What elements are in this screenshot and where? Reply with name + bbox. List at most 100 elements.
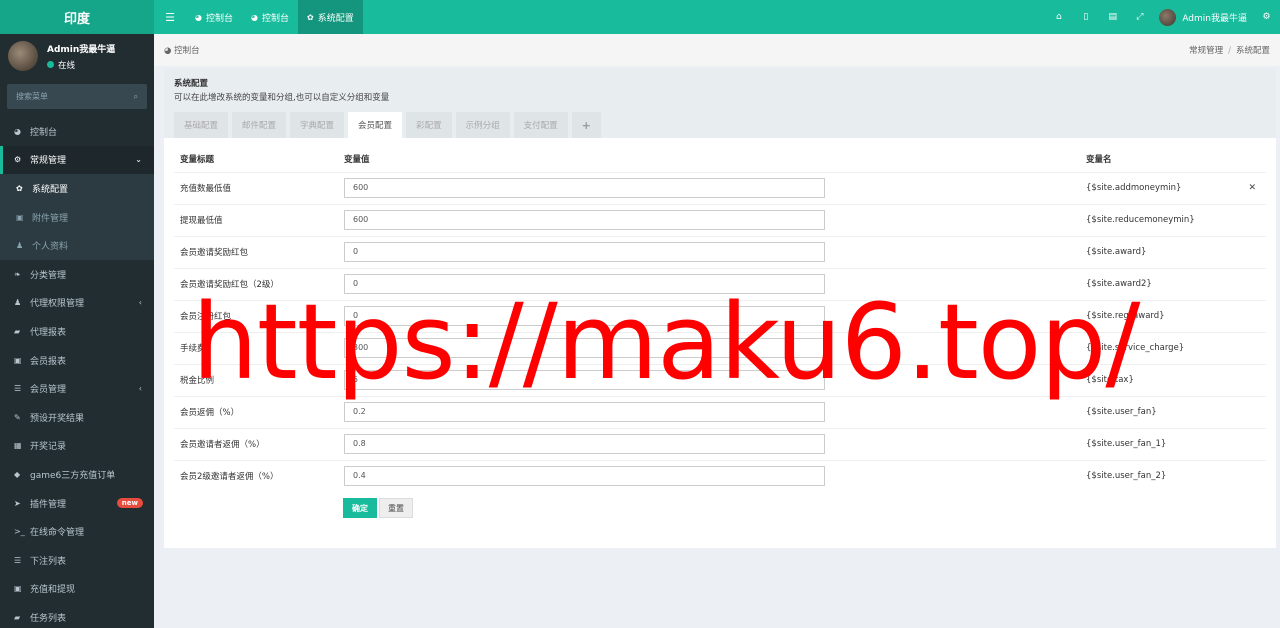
sidebar-item-label: 会员报表 [30, 356, 67, 367]
table-row: 充值数最低值 600 {$site.addmoneymin} ✕ [174, 171, 1266, 204]
delete-icon[interactable]: ✕ [1236, 171, 1266, 204]
tab-dictionary[interactable]: 字典配置 [290, 112, 345, 138]
sidebar-item-agent-report[interactable]: ▰ 代理报表 [0, 317, 154, 346]
file-image-icon: ▣ [16, 212, 24, 222]
nav-tab-dashboard-2[interactable]: ◕ 控制台 [242, 0, 298, 34]
sidebar-search[interactable]: 搜索菜单 ⌕ [7, 84, 147, 109]
row-value-cell: 600 [338, 171, 1080, 204]
column-header-value: 变量值 [344, 154, 370, 165]
sidebar-item-draw-records[interactable]: ▦ 开奖记录 [0, 432, 154, 461]
tab-member[interactable]: 会员配置 [348, 112, 403, 138]
value-input[interactable]: 0.2 [344, 402, 825, 422]
sidebar: Admin我最牛逼 在线 搜索菜单 ⌕ ◕ 控制台 ⚙ 常规管理 ⌄ ✿ 系统配置 ▣ 附… [0, 34, 154, 628]
breadcrumb-home[interactable]: ◕ 控制台 [164, 44, 200, 56]
row-value-cell: 0 [338, 235, 1080, 268]
tab-payment[interactable]: 支付配置 [513, 112, 568, 138]
sidebar-item-member-manage[interactable]: ☰ 会员管理 ‹ [0, 374, 154, 403]
sidebar-item-label: 在线命令管理 [30, 528, 85, 539]
row-action-cell [1236, 235, 1266, 268]
nav-tab-system-config[interactable]: ✿ 系统配置 [298, 0, 363, 34]
sidebar-item-member-report[interactable]: ▣ 会员报表 [0, 346, 154, 375]
tab-email[interactable]: 邮件配置 [232, 112, 287, 138]
sidebar-item-dashboard[interactable]: ◕ 控制台 [0, 117, 154, 146]
row-title: 提现最低值 [174, 203, 338, 236]
sidebar-item-tasks[interactable]: ▰ 任务列表 [0, 603, 154, 628]
sidebar-menu: ◕ 控制台 ⚙ 常规管理 ⌄ ✿ 系统配置 ▣ 附件管理 ♟ 个人资料 ❧ 分类管理 ♟ 代理权… [0, 117, 154, 628]
value-input[interactable]: 0.4 [344, 466, 825, 487]
value-input[interactable]: 600 [344, 210, 825, 230]
panel-title: 系统配置 [174, 79, 209, 89]
table-row: 会员邀请者返佣（%） 0.8 {$site.user_fan_1} [174, 427, 1266, 460]
sidebar-item-bets[interactable]: ☰ 下注列表 [0, 546, 154, 575]
sidebar-item-label: 会员管理 [30, 385, 67, 396]
sidebar-item-label: game6三方充值订单 [30, 470, 116, 481]
terminal-icon: >_ [14, 527, 25, 537]
list-icon: ☰ [14, 555, 22, 565]
sidebar-item-preset-results[interactable]: ✎ 预设开奖结果 [0, 403, 154, 432]
reset-button[interactable]: 重置 [379, 498, 413, 518]
sidebar-item-game6-orders[interactable]: ◆ game6三方充值订单 [0, 460, 154, 489]
sidebar-item-label: 下注列表 [30, 556, 67, 567]
group-icon: ♟ [14, 298, 22, 308]
value-input[interactable]: 600 [344, 178, 825, 198]
tab-lottery[interactable]: 彩配置 [406, 112, 452, 138]
search-icon[interactable]: ⌕ [134, 92, 138, 102]
sidebar-item-command[interactable]: >_ 在线命令管理 [0, 517, 154, 546]
nav-tab-label: 控制台 [205, 13, 233, 24]
breadcrumb-separator: / [1228, 46, 1231, 56]
row-var-name: {$site.addmoneymin} [1080, 171, 1236, 204]
submit-button[interactable]: 确定 [343, 498, 377, 518]
sidebar-item-recharge[interactable]: ▣ 充值和提现 [0, 575, 154, 604]
sidebar-item-profile[interactable]: ♟ 个人资料 [0, 231, 154, 260]
book-icon: ▰ [14, 326, 21, 336]
sidebar-toggle-icon[interactable]: ☰ [154, 0, 186, 34]
settings-icon[interactable]: ⚙ [1253, 12, 1280, 22]
config-tabs: 基础配置 邮件配置 字典配置 会员配置 彩配置 示例分组 支付配置 + [174, 112, 605, 138]
user-panel: Admin我最牛逼 在线 [0, 34, 154, 78]
value-input[interactable]: 0 [344, 242, 825, 262]
breadcrumb-item[interactable]: 常规管理 [1189, 46, 1223, 56]
trash-icon[interactable]: ▯ [1072, 12, 1099, 22]
fullscreen-icon[interactable]: ⤢ [1126, 12, 1153, 22]
edit-icon: ✎ [14, 412, 21, 422]
row-title: 会员邀请者返佣（%） [174, 427, 338, 460]
add-tab-button[interactable]: + [571, 112, 601, 138]
dashboard-icon: ◕ [164, 46, 175, 56]
sidebar-item-agent-auth[interactable]: ♟ 代理权限管理 ‹ [0, 289, 154, 318]
sidebar-item-category[interactable]: ❧ 分类管理 [0, 260, 154, 289]
sidebar-item-system-config[interactable]: ✿ 系统配置 [0, 174, 154, 203]
sidebar-item-attachments[interactable]: ▣ 附件管理 [0, 202, 154, 232]
nav-tab-dashboard-1[interactable]: ◕ 控制台 [186, 0, 242, 34]
sidebar-item-label: 代理报表 [30, 327, 67, 338]
tab-example[interactable]: 示例分组 [455, 112, 510, 138]
tab-basic[interactable]: 基础配置 [174, 112, 229, 138]
row-value-cell: 0.8 [338, 427, 1080, 460]
row-var-name: {$site.award} [1080, 235, 1236, 268]
list-icon: ☰ [14, 384, 22, 394]
online-status: 在线 [47, 59, 115, 71]
panel-header: 系统配置 可以在此增改系统的变量和分组,也可以自定义分组和变量 基础配置 邮件配… [164, 68, 1276, 138]
search-input[interactable]: 搜索菜单 [16, 91, 48, 102]
row-value-cell: 0.4 [338, 459, 1080, 492]
app-logo[interactable]: 印度 [0, 0, 154, 34]
gear-icon: ✿ [16, 183, 23, 193]
sidebar-item-plugins[interactable]: ➤ 插件管理 new [0, 489, 154, 518]
user-name: Admin我最牛逼 [1182, 13, 1247, 24]
watermark-text: https://maku6.top/ [192, 281, 1140, 403]
nav-tabs: ☰ ◕ 控制台 ◕ 控制台 ✿ 系统配置 [154, 0, 363, 34]
value-input[interactable]: 0.8 [344, 434, 825, 454]
user-menu[interactable]: Admin我最牛逼 [1153, 8, 1253, 26]
row-action-cell [1236, 395, 1266, 428]
row-value-cell: 600 [338, 203, 1080, 236]
topbar-actions: ⌂ ▯ ▤ ⤢ Admin我最牛逼 ⚙ [1045, 0, 1280, 34]
top-navbar: 印度 ☰ ◕ 控制台 ◕ 控制台 ✿ 系统配置 ⌂ ▯ ▤ ⤢ Admin我最牛逼 ⚙ [0, 0, 1280, 34]
sidebar-item-general[interactable]: ⚙ 常规管理 ⌄ [0, 145, 154, 175]
chevron-left-icon: ‹ [138, 384, 142, 394]
home-icon[interactable]: ⌂ [1045, 12, 1072, 22]
breadcrumb: ◕ 控制台 常规管理 / 系统配置 [154, 34, 1280, 66]
sidebar-item-label: 个人资料 [32, 242, 69, 253]
status-label: 在线 [58, 60, 76, 71]
sidebar-item-label: 预设开奖结果 [30, 413, 85, 424]
translate-icon[interactable]: ▤ [1099, 12, 1126, 22]
new-badge: new [116, 498, 143, 509]
